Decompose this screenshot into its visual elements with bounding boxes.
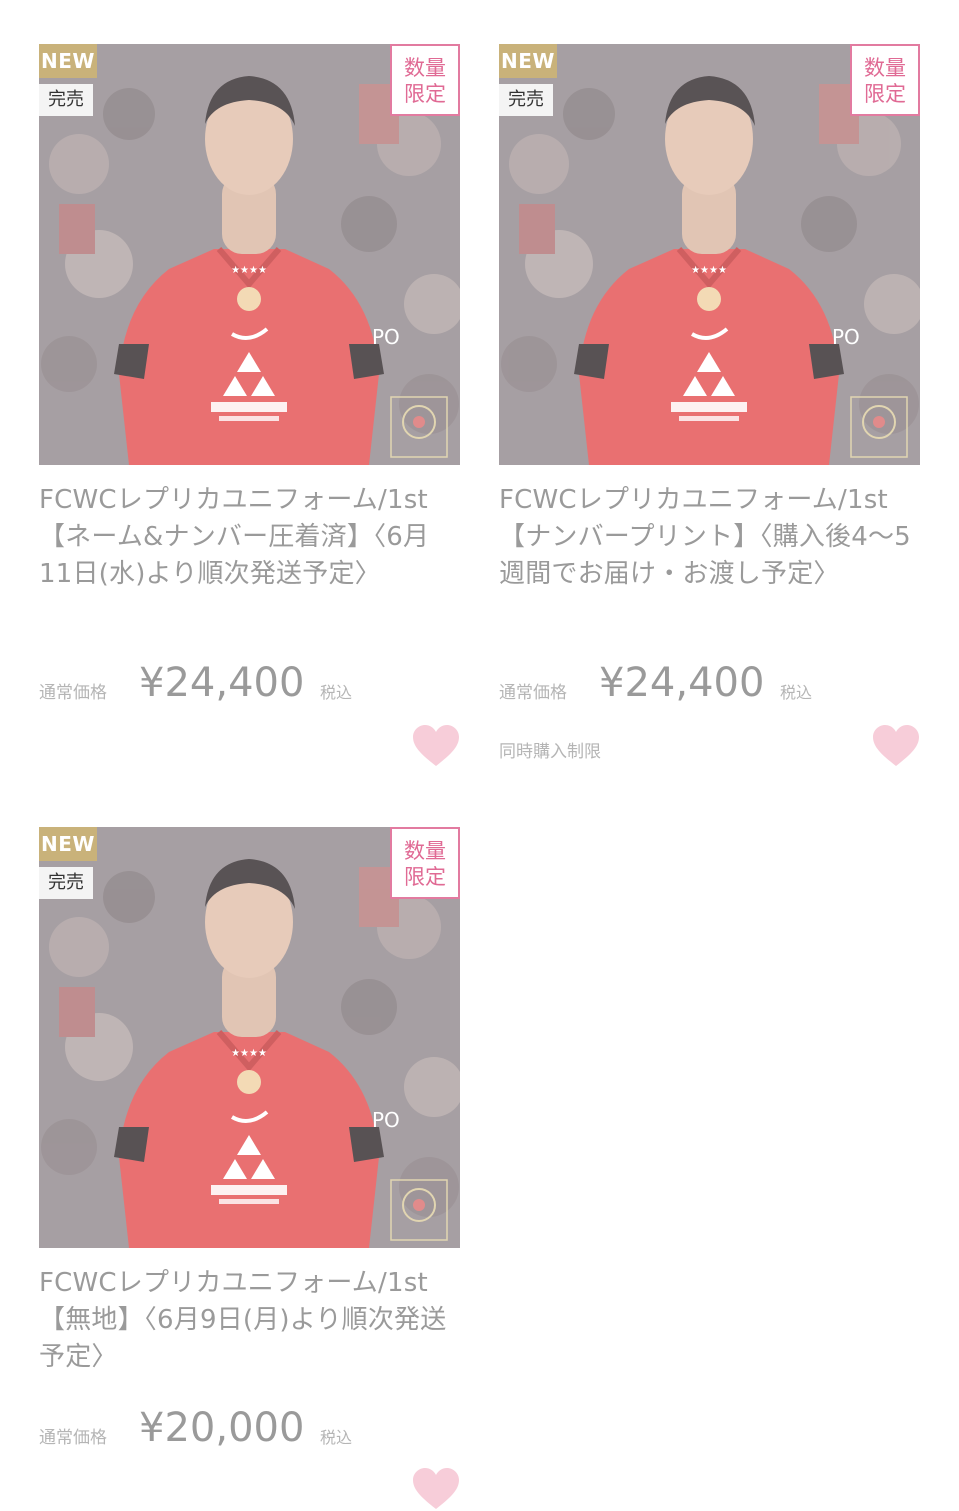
sold-out-badge: 完売 (39, 867, 93, 899)
limited-badge-line-1: 数量 (404, 56, 446, 80)
price-label: 通常価格 (499, 683, 567, 703)
price-value: ¥20,000 (139, 1405, 305, 1451)
price-label: 通常価格 (39, 1428, 107, 1448)
product-title[interactable]: FCWCレプリカユニフォーム/1st 【無地】〈6月9日(月)より順次発送予定〉 (39, 1265, 460, 1376)
limited-badge-line-2: 限定 (404, 82, 446, 106)
product-title[interactable]: FCWCレプリカユニフォーム/1st 【ナンバープリント】〈購入後4〜5週間でお… (499, 482, 920, 593)
limited-badge-line-1: 数量 (864, 56, 906, 80)
limited-badge-line-2: 限定 (404, 865, 446, 889)
limited-badge-line-2: 限定 (864, 82, 906, 106)
product-card[interactable]: ★★★★ PO NEW 完売 数量 限定 FCWCレプリカユニフォーム/1st … (499, 44, 920, 766)
heart-icon[interactable] (872, 724, 920, 768)
limited-badge: 数量 限定 (850, 44, 920, 116)
product-image[interactable]: ★★★★ PO NEW 完売 数量 限定 (39, 827, 460, 1248)
new-badge: NEW (39, 827, 97, 861)
price-row: 通常価格 ¥24,400 税込 (499, 650, 920, 706)
tax-label: 税込 (320, 1428, 353, 1447)
product-title[interactable]: FCWCレプリカユニフォーム/1st【ネーム&ナンバー圧着済】〈6月11日(水)… (39, 482, 460, 593)
product-card[interactable]: ★★★★ PO NEW 完売 数量 限定 FCWCレプリカユニフォーム/1st【… (39, 44, 460, 766)
heart-icon[interactable] (412, 724, 460, 768)
tax-label: 税込 (320, 683, 353, 702)
product-card[interactable]: ★★★★ PO NEW 完売 数量 限定 FCWCレプリカユニフォーム/1st … (39, 827, 460, 1509)
price-row: 通常価格 ¥20,000 税込 (39, 1395, 460, 1451)
price-value: ¥24,400 (599, 660, 765, 706)
product-image[interactable]: ★★★★ PO NEW 完売 数量 限定 (39, 44, 460, 465)
limited-badge-line-1: 数量 (404, 839, 446, 863)
new-badge: NEW (499, 44, 557, 78)
price-label: 通常価格 (39, 683, 107, 703)
sold-out-badge: 完売 (499, 84, 553, 116)
sold-out-badge: 完売 (39, 84, 93, 116)
limited-badge: 数量 限定 (390, 827, 460, 899)
new-badge: NEW (39, 44, 97, 78)
price-row: 通常価格 ¥24,400 税込 (39, 650, 460, 706)
purchase-limit-note: 同時購入制限 (499, 742, 601, 762)
limited-badge: 数量 限定 (390, 44, 460, 116)
tax-label: 税込 (780, 683, 813, 702)
price-value: ¥24,400 (139, 660, 305, 706)
product-image[interactable]: ★★★★ PO NEW 完売 数量 限定 (499, 44, 920, 465)
heart-icon[interactable] (412, 1467, 460, 1511)
